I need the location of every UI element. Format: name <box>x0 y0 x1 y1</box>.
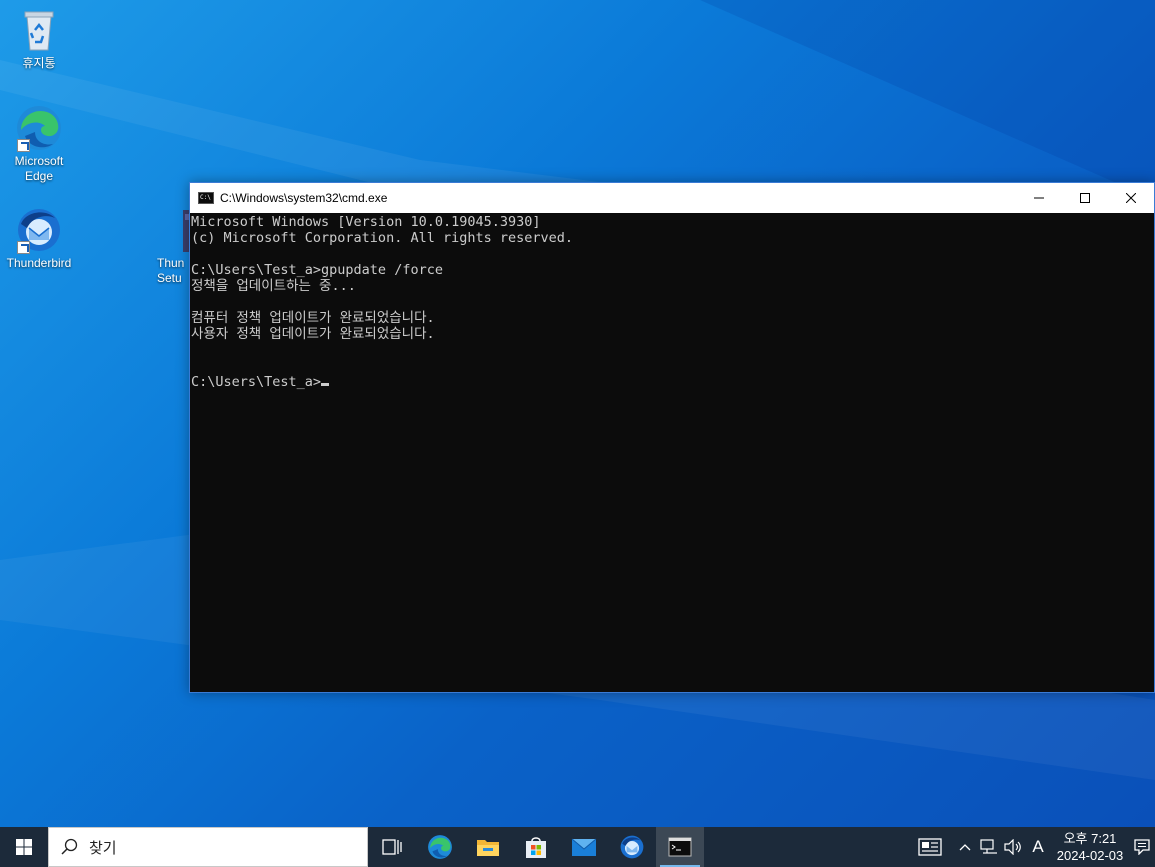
desktop-icon-label: Microsoft Edge <box>14 154 64 183</box>
cmd-icon <box>668 837 692 857</box>
volume-button[interactable] <box>1001 827 1025 867</box>
console-line: C:\Users\Test_a>gpupdate /force <box>191 262 443 278</box>
edge-icon <box>15 104 63 152</box>
taskbar-cmd-button[interactable] <box>656 827 704 867</box>
taskbar-mail-button[interactable] <box>560 827 608 867</box>
clock-time: 오후 7:21 <box>1063 831 1117 846</box>
store-icon <box>526 837 546 858</box>
console-line: (c) Microsoft Corporation. All rights re… <box>191 230 574 246</box>
window-title: C:\Windows\system32\cmd.exe <box>220 191 388 205</box>
clock[interactable]: 오후 7:21 2024-02-03 <box>1051 827 1129 867</box>
search-box[interactable]: 찾기 <box>48 827 368 867</box>
search-icon <box>61 838 78 855</box>
thunderbird-icon <box>15 206 63 254</box>
desktop-icon-recycle-bin[interactable]: 휴지통 <box>1 6 77 71</box>
taskbar-store-button[interactable] <box>512 827 560 867</box>
news-widget-button[interactable] <box>907 827 953 867</box>
show-hidden-icons-button[interactable] <box>953 827 977 867</box>
desktop-icon-thunderbird[interactable]: Thunderbird <box>1 206 77 271</box>
cmd-icon: C:\ <box>198 192 214 204</box>
console-line: Microsoft Windows [Version 10.0.19045.39… <box>191 214 541 230</box>
notification-icon <box>1134 839 1150 855</box>
windows-logo-icon <box>16 839 32 855</box>
maximize-button[interactable] <box>1062 183 1108 213</box>
desktop: 휴지통 Microsoft Edge Thunderbird Thun Setu… <box>0 0 1155 827</box>
taskbar-thunderbird-button[interactable] <box>608 827 656 867</box>
chevron-up-icon <box>959 844 971 851</box>
start-button[interactable] <box>0 827 48 867</box>
console-prompt-line[interactable]: C:\Users\Test_a> <box>191 374 1154 390</box>
network-icon <box>980 839 997 854</box>
network-button[interactable] <box>977 827 1001 867</box>
search-placeholder: 찾기 <box>89 839 117 857</box>
console-line: 컴퓨터 정책 업데이트가 완료되었습니다. <box>191 310 435 326</box>
desktop-icon-edge[interactable]: Microsoft Edge <box>1 104 77 184</box>
mail-icon <box>571 838 597 856</box>
desktop-icon-label: 휴지통 <box>22 56 56 70</box>
task-view-button[interactable] <box>368 827 416 867</box>
task-view-icon <box>382 839 402 855</box>
maximize-icon <box>1080 193 1090 203</box>
cmd-window[interactable]: C:\ C:\Windows\system32\cmd.exe Microsof… <box>189 182 1155 693</box>
file-explorer-icon <box>477 840 499 856</box>
taskbar: 찾기 A 오후 7:21 2024-02-03 <box>0 827 1155 867</box>
speaker-icon <box>1004 839 1021 855</box>
minimize-icon <box>1034 197 1044 199</box>
taskbar-file-explorer-button[interactable] <box>464 827 512 867</box>
console-line: 사용자 정책 업데이트가 완료되었습니다. <box>191 326 435 342</box>
cmd-titlebar[interactable]: C:\ C:\Windows\system32\cmd.exe <box>190 183 1154 213</box>
close-icon <box>1126 193 1136 203</box>
system-tray: A 오후 7:21 2024-02-03 <box>907 827 1155 867</box>
shortcut-arrow-icon <box>17 139 30 152</box>
news-icon <box>918 838 942 856</box>
console-line: 정책을 업데이트하는 중... <box>191 278 356 294</box>
action-center-button[interactable] <box>1129 827 1155 867</box>
recycle-bin-icon <box>15 6 63 54</box>
minimize-button[interactable] <box>1016 183 1062 213</box>
console-output[interactable]: Microsoft Windows [Version 10.0.19045.39… <box>190 213 1154 692</box>
clock-date: 2024-02-03 <box>1056 848 1124 863</box>
console-prompt: C:\Users\Test_a> <box>191 374 322 390</box>
desktop-icon-label: Thunderbird <box>6 256 72 270</box>
thunderbird-icon <box>620 835 644 859</box>
edge-icon <box>428 835 452 859</box>
input-method-indicator[interactable]: A <box>1025 827 1051 867</box>
taskbar-edge-button[interactable] <box>416 827 464 867</box>
close-button[interactable] <box>1108 183 1154 213</box>
text-cursor <box>321 383 330 386</box>
shortcut-arrow-icon <box>17 241 30 254</box>
